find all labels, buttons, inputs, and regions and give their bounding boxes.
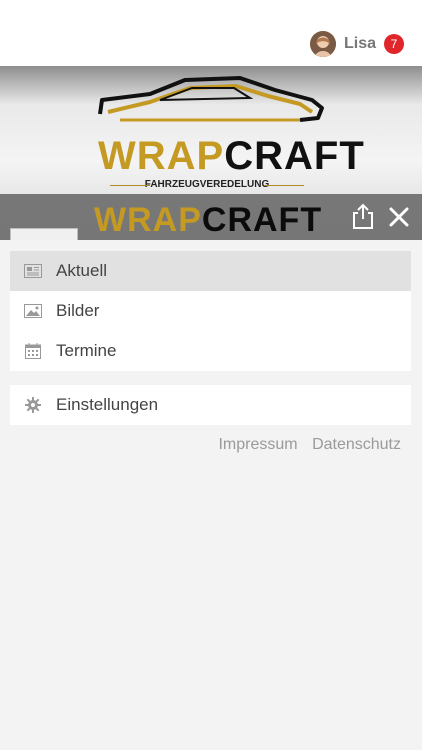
menu-item-bilder[interactable]: Bilder bbox=[10, 291, 411, 331]
top-bar: Lisa 7 bbox=[0, 0, 422, 66]
menu-item-termine[interactable]: Termine bbox=[10, 331, 411, 371]
menu-item-aktuell[interactable]: Aktuell bbox=[10, 251, 411, 291]
notification-badge[interactable]: 7 bbox=[384, 34, 404, 54]
settings-menu: Einstellungen bbox=[10, 385, 411, 425]
profile-thumbnail[interactable] bbox=[10, 228, 78, 240]
brand-subtitle: FAHRZEUGVEREDELUNG bbox=[110, 179, 304, 190]
app-title: WRAPCRAFT bbox=[94, 201, 322, 240]
avatar-image bbox=[309, 31, 336, 57]
car-silhouette-icon bbox=[98, 76, 324, 122]
title-craft: CRAFT bbox=[201, 201, 323, 239]
user-name[interactable]: Lisa bbox=[344, 35, 376, 53]
avatar[interactable] bbox=[309, 31, 336, 57]
hero-wordmark-craft: CRAFT bbox=[224, 134, 365, 178]
datenschutz-link[interactable]: Datenschutz bbox=[312, 436, 401, 453]
menu-item-label: Bilder bbox=[56, 301, 100, 320]
gear-icon bbox=[24, 396, 42, 414]
menu-item-label: Termine bbox=[56, 341, 117, 360]
thumbnail-logo-icon bbox=[11, 229, 77, 240]
menu-item-einstellungen[interactable]: Einstellungen bbox=[10, 385, 411, 425]
image-icon bbox=[24, 302, 42, 320]
brand-logo: WRAPCRAFT FAHRZEUGVEREDELUNG bbox=[0, 66, 422, 196]
close-button[interactable] bbox=[386, 204, 412, 230]
impressum-link[interactable]: Impressum bbox=[218, 436, 297, 453]
title-wrap: WRAP bbox=[94, 201, 202, 239]
share-icon bbox=[353, 203, 373, 229]
footer-links: Impressum Datenschutz bbox=[218, 436, 401, 454]
close-icon bbox=[389, 207, 409, 227]
hero-wordmark-wrap: WRAP bbox=[98, 134, 225, 178]
share-button[interactable] bbox=[350, 202, 376, 230]
menu-item-label: Einstellungen bbox=[56, 395, 159, 414]
newspaper-icon bbox=[24, 262, 42, 280]
navigation-menu: Aktuell Bilder Termine bbox=[10, 251, 411, 371]
hero-wordmark: WRAPCRAFT bbox=[98, 134, 365, 179]
user-menu[interactable]: Lisa 7 bbox=[309, 30, 404, 58]
calendar-icon bbox=[24, 342, 42, 360]
header-banner: WRAPCRAFT FAHRZEUGVEREDELUNG WRAPCRAFT bbox=[0, 66, 422, 240]
menu-item-label: Aktuell bbox=[56, 261, 108, 280]
